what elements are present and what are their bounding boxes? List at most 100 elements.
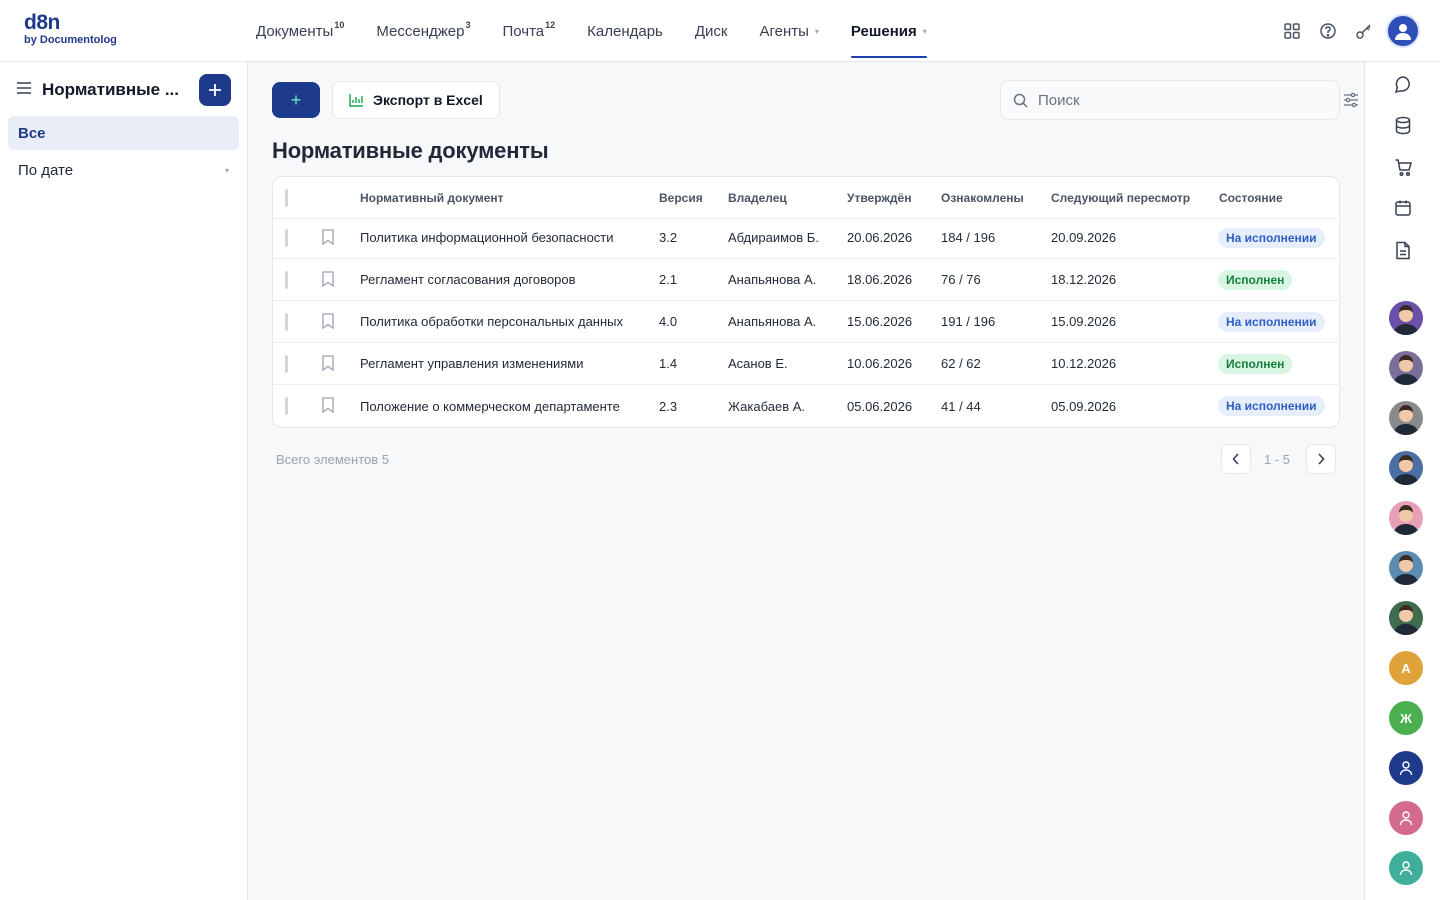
table-row[interactable]: Политика обработки персональных данных 4… [273, 301, 1339, 343]
search-input[interactable] [1038, 91, 1318, 109]
nav-calendar[interactable]: Календарь [587, 0, 663, 62]
nav-documents[interactable]: Документы 10 [256, 0, 344, 62]
calendar-icon[interactable] [1391, 196, 1415, 220]
cell-next-review: 18.12.2026 [1051, 272, 1117, 287]
sidebar: Нормативные ... Все По дате ▾ [0, 62, 248, 900]
contact-avatar[interactable] [1389, 601, 1423, 635]
select-all-handle[interactable] [285, 189, 288, 207]
col-version[interactable]: Версия [659, 177, 703, 218]
contact-avatar-user[interactable] [1389, 851, 1423, 885]
search-box [1000, 80, 1340, 120]
cell-acknowledged: 41 / 44 [941, 398, 981, 414]
add-button[interactable] [199, 74, 231, 106]
nav-badge: 12 [545, 20, 556, 30]
cell-next-review: 05.09.2026 [1051, 398, 1117, 414]
col-status[interactable]: Состояние [1219, 177, 1283, 218]
contact-avatar[interactable] [1389, 401, 1423, 435]
documents-table: Нормативный документ Версия Владелец Утв… [272, 176, 1340, 428]
next-page-button[interactable] [1306, 444, 1336, 474]
table-row[interactable]: Положение о коммерческом департаменте 2.… [273, 385, 1339, 427]
logo-main: d8n [24, 11, 60, 34]
menu-icon[interactable] [16, 81, 32, 100]
help-icon[interactable] [1310, 13, 1346, 49]
col-acknowledged[interactable]: Ознакомлены [941, 177, 1024, 218]
chat-icon[interactable] [1391, 72, 1415, 96]
cell-name: Положение о коммерческом департаменте [360, 398, 620, 414]
top-icons [1274, 0, 1420, 62]
cell-name: Регламент управления изменениями [360, 356, 584, 371]
top-bar: d8n by Documentolog Документы 10 Мессендж… [0, 0, 1440, 62]
contact-avatar-letter[interactable]: А [1389, 651, 1423, 685]
cell-name: Политика информационной безопасности [360, 230, 614, 245]
contact-avatar[interactable] [1389, 351, 1423, 385]
bookmark-icon[interactable] [321, 229, 335, 245]
plus-icon: + [290, 89, 302, 110]
cart-icon[interactable] [1391, 155, 1415, 179]
person-photo-icon [1393, 355, 1419, 385]
logo[interactable]: d8n by Documentolog [24, 12, 117, 46]
nav-disk[interactable]: Диск [695, 0, 728, 62]
caret-down-icon: ▾ [814, 26, 819, 36]
cell-next-review: 15.09.2026 [1051, 314, 1117, 329]
total-count: Всего элементов 5 [276, 452, 389, 467]
nav-agents[interactable]: Агенты ▾ [759, 0, 818, 62]
contact-avatar-letter[interactable]: Ж [1389, 701, 1423, 735]
col-next-review[interactable]: Следующий пересмотр [1051, 177, 1190, 218]
table-row[interactable]: Регламент согласования договоров 2.1 Ана… [273, 259, 1339, 301]
cell-acknowledged: 191 / 196 [941, 314, 996, 329]
contact-avatar[interactable] [1389, 301, 1423, 335]
user-icon [1399, 811, 1413, 826]
chart-icon [349, 94, 363, 107]
bookmark-icon[interactable] [321, 397, 335, 413]
user-icon [1399, 761, 1413, 776]
row-handle[interactable] [285, 271, 288, 289]
nav-label: Документы [256, 22, 334, 40]
cell-approved: 15.06.2026 [847, 314, 913, 329]
apps-grid-icon[interactable] [1274, 13, 1310, 49]
search-icon [1013, 93, 1028, 108]
contact-avatar-user[interactable] [1389, 801, 1423, 835]
cell-approved: 20.06.2026 [847, 230, 913, 245]
key-icon[interactable] [1346, 13, 1382, 49]
row-handle[interactable] [285, 229, 288, 247]
cell-version: 4.0 [659, 314, 678, 329]
nav-messenger[interactable]: Мессенджер 3 [376, 0, 470, 62]
export-excel-button[interactable]: Экспорт в Excel [332, 81, 500, 119]
export-label: Экспорт в Excel [373, 92, 483, 108]
table-row[interactable]: Регламент управления изменениями 1.4 Аса… [273, 343, 1339, 385]
row-handle[interactable] [285, 355, 288, 373]
user-avatar[interactable] [1386, 14, 1420, 48]
cell-acknowledged: 76 / 76 [941, 272, 981, 287]
contact-avatar[interactable] [1389, 551, 1423, 585]
bookmark-icon[interactable] [321, 271, 335, 287]
nav-label: Диск [694, 22, 728, 40]
nav-badge: 3 [465, 20, 471, 30]
cell-owner: Асанов Е. [728, 356, 788, 371]
row-handle[interactable] [285, 313, 288, 331]
bookmark-icon[interactable] [321, 355, 335, 371]
nav-solutions[interactable]: Решения ▾ [850, 0, 927, 62]
sidebar-item-by-date[interactable]: По дате ▾ [8, 153, 239, 187]
document-icon[interactable] [1391, 238, 1415, 262]
contact-avatar[interactable] [1389, 501, 1423, 535]
sidebar-item-all[interactable]: Все [8, 116, 239, 150]
col-name[interactable]: Нормативный документ [360, 177, 504, 218]
row-handle[interactable] [285, 397, 288, 415]
col-owner[interactable]: Владелец [728, 177, 787, 218]
create-button[interactable]: + [272, 82, 320, 118]
prev-page-button[interactable] [1221, 444, 1251, 474]
cell-approved: 10.06.2026 [847, 356, 913, 371]
status-badge: На исполнении [1218, 311, 1325, 332]
filter-settings-icon[interactable] [1343, 92, 1359, 108]
contact-avatar[interactable] [1389, 451, 1423, 485]
contact-avatar-user[interactable] [1389, 751, 1423, 785]
person-photo-icon [1393, 455, 1419, 485]
table-row[interactable]: Политика информационной безопасности 3.2… [273, 217, 1339, 259]
col-approved[interactable]: Утверждён [847, 177, 911, 218]
cell-name: Политика обработки персональных данных [360, 314, 624, 329]
nav-mail[interactable]: Почта 12 [502, 0, 555, 62]
database-icon[interactable] [1391, 113, 1415, 137]
chevron-left-icon [1232, 453, 1239, 465]
cell-next-review: 20.09.2026 [1051, 230, 1117, 245]
bookmark-icon[interactable] [321, 313, 335, 329]
